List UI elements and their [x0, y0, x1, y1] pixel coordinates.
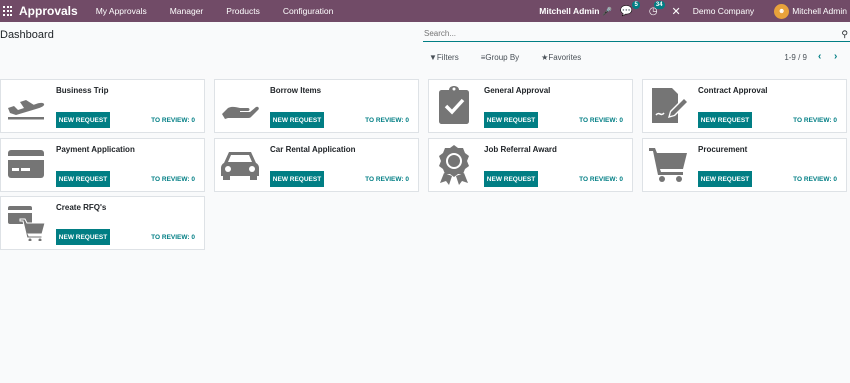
- to-review-count: 0: [405, 176, 409, 183]
- messages-icon[interactable]: 💬 5: [620, 0, 640, 17]
- card-job-referral-award: Job Referral Award NEW REQUEST TO REVIEW…: [428, 138, 633, 192]
- award-icon: [432, 144, 476, 185]
- to-review-count: 0: [405, 117, 409, 124]
- card-title[interactable]: General Approval: [484, 86, 550, 95]
- menu-configuration[interactable]: Configuration: [283, 6, 334, 16]
- new-request-button[interactable]: NEW REQUEST: [698, 112, 752, 128]
- pager-previous-icon[interactable]: ‹: [818, 51, 821, 62]
- to-review-label: TO REVIEW:: [579, 176, 618, 183]
- filters-label: Filters: [436, 53, 459, 62]
- card-title[interactable]: Car Rental Application: [270, 145, 356, 154]
- to-review-label: TO REVIEW:: [793, 176, 832, 183]
- card-title[interactable]: Payment Application: [56, 145, 135, 154]
- close-icon[interactable]: ✕: [672, 5, 681, 18]
- search-input[interactable]: [424, 29, 824, 38]
- avatar[interactable]: ☻: [774, 3, 790, 19]
- to-review-link[interactable]: TO REVIEW: 0: [365, 117, 409, 124]
- to-review-count: 0: [833, 176, 837, 183]
- card-general-approval: General Approval NEW REQUEST TO REVIEW: …: [428, 79, 633, 133]
- filters-button[interactable]: ▼Filters: [429, 53, 470, 62]
- new-request-button[interactable]: NEW REQUEST: [698, 171, 752, 187]
- to-review-link[interactable]: TO REVIEW: 0: [365, 176, 409, 183]
- new-request-button[interactable]: NEW REQUEST: [56, 112, 110, 128]
- new-request-button[interactable]: NEW REQUEST: [56, 171, 110, 187]
- credit-card-icon: [4, 144, 48, 184]
- to-review-label: TO REVIEW:: [151, 176, 190, 183]
- new-request-button[interactable]: NEW REQUEST: [484, 171, 538, 187]
- to-review-link[interactable]: TO REVIEW: 0: [151, 176, 195, 183]
- to-review-label: TO REVIEW:: [151, 234, 190, 241]
- to-review-link[interactable]: TO REVIEW: 0: [579, 117, 623, 124]
- apps-menu-icon[interactable]: [3, 6, 13, 16]
- card-title[interactable]: Contract Approval: [698, 86, 768, 95]
- card-payment-application: Payment Application NEW REQUEST TO REVIE…: [0, 138, 205, 192]
- card-cart-icon: [4, 202, 48, 242]
- user-menu[interactable]: Mitchell Admin: [792, 6, 847, 16]
- to-review-count: 0: [619, 117, 623, 124]
- activities-icon[interactable]: ◷ 34: [649, 0, 665, 17]
- clipboard-check-icon: [432, 85, 476, 125]
- card-title[interactable]: Business Trip: [56, 86, 108, 95]
- to-review-link[interactable]: TO REVIEW: 0: [151, 117, 195, 124]
- contract-sign-icon: [646, 85, 690, 125]
- to-review-link[interactable]: TO REVIEW: 0: [793, 117, 837, 124]
- card-contract-approval: Contract Approval NEW REQUEST TO REVIEW:…: [642, 79, 847, 133]
- new-request-button[interactable]: NEW REQUEST: [56, 229, 110, 245]
- pager-value[interactable]: 1-9 / 9: [784, 53, 807, 62]
- card-procurement: Procurement NEW REQUEST TO REVIEW: 0: [642, 138, 847, 192]
- card-car-rental-application: Car Rental Application NEW REQUEST TO RE…: [214, 138, 419, 192]
- cart-icon: [646, 144, 690, 184]
- airplane-icon: [4, 85, 48, 125]
- to-review-label: TO REVIEW:: [365, 176, 404, 183]
- messages-badge: 5: [632, 0, 640, 9]
- favorites-button[interactable]: ★Favorites: [541, 53, 592, 62]
- search-options: ▼Filters ≡Group By ★Favorites: [429, 53, 603, 62]
- pager-next-icon[interactable]: ›: [834, 51, 837, 62]
- new-request-button[interactable]: NEW REQUEST: [484, 112, 538, 128]
- microphone-icon[interactable]: 🎤: [602, 7, 612, 16]
- new-request-button[interactable]: NEW REQUEST: [270, 171, 324, 187]
- app-name[interactable]: Approvals: [19, 4, 78, 18]
- card-create-rfqs: Create RFQ's NEW REQUEST TO REVIEW: 0: [0, 196, 205, 250]
- car-icon: [218, 144, 262, 184]
- card-borrow-items: Borrow Items NEW REQUEST TO REVIEW: 0: [214, 79, 419, 133]
- card-title[interactable]: Create RFQ's: [56, 203, 106, 212]
- main-menu: My Approvals Manager Products Configurat…: [96, 6, 357, 16]
- hand-icon: [218, 85, 262, 125]
- to-review-count: 0: [833, 117, 837, 124]
- to-review-label: TO REVIEW:: [365, 117, 404, 124]
- menu-manager[interactable]: Manager: [170, 6, 204, 16]
- card-title[interactable]: Job Referral Award: [484, 145, 557, 154]
- activities-badge: 34: [653, 0, 665, 9]
- card-title[interactable]: Procurement: [698, 145, 747, 154]
- menu-my-approvals[interactable]: My Approvals: [96, 6, 147, 16]
- to-review-label: TO REVIEW:: [151, 117, 190, 124]
- to-review-link[interactable]: TO REVIEW: 0: [793, 176, 837, 183]
- status-user-name[interactable]: Mitchell Admin: [539, 6, 599, 16]
- to-review-label: TO REVIEW:: [793, 117, 832, 124]
- group-by-button[interactable]: ≡Group By: [481, 53, 530, 62]
- page-title: Dashboard: [0, 29, 54, 41]
- search-bar: ⚲: [423, 28, 850, 42]
- card-title[interactable]: Borrow Items: [270, 86, 321, 95]
- to-review-count: 0: [619, 176, 623, 183]
- navbar-systray: Mitchell Admin 🎤 💬 5 ◷ 34 ✕ Demo Company ☻…: [539, 0, 850, 22]
- to-review-label: TO REVIEW:: [579, 117, 618, 124]
- to-review-link[interactable]: TO REVIEW: 0: [151, 234, 195, 241]
- group-by-label: Group By: [485, 53, 520, 62]
- search-icon[interactable]: ⚲: [841, 29, 848, 40]
- new-request-button[interactable]: NEW REQUEST: [270, 112, 324, 128]
- to-review-count: 0: [191, 176, 195, 183]
- to-review-link[interactable]: TO REVIEW: 0: [579, 176, 623, 183]
- to-review-count: 0: [191, 117, 195, 124]
- to-review-count: 0: [191, 234, 195, 241]
- menu-products[interactable]: Products: [226, 6, 260, 16]
- card-business-trip: Business Trip NEW REQUEST TO REVIEW: 0: [0, 79, 205, 133]
- company-switcher[interactable]: Demo Company: [693, 6, 754, 16]
- top-navbar: Approvals My Approvals Manager Products …: [0, 0, 850, 22]
- favorites-label: Favorites: [548, 53, 582, 62]
